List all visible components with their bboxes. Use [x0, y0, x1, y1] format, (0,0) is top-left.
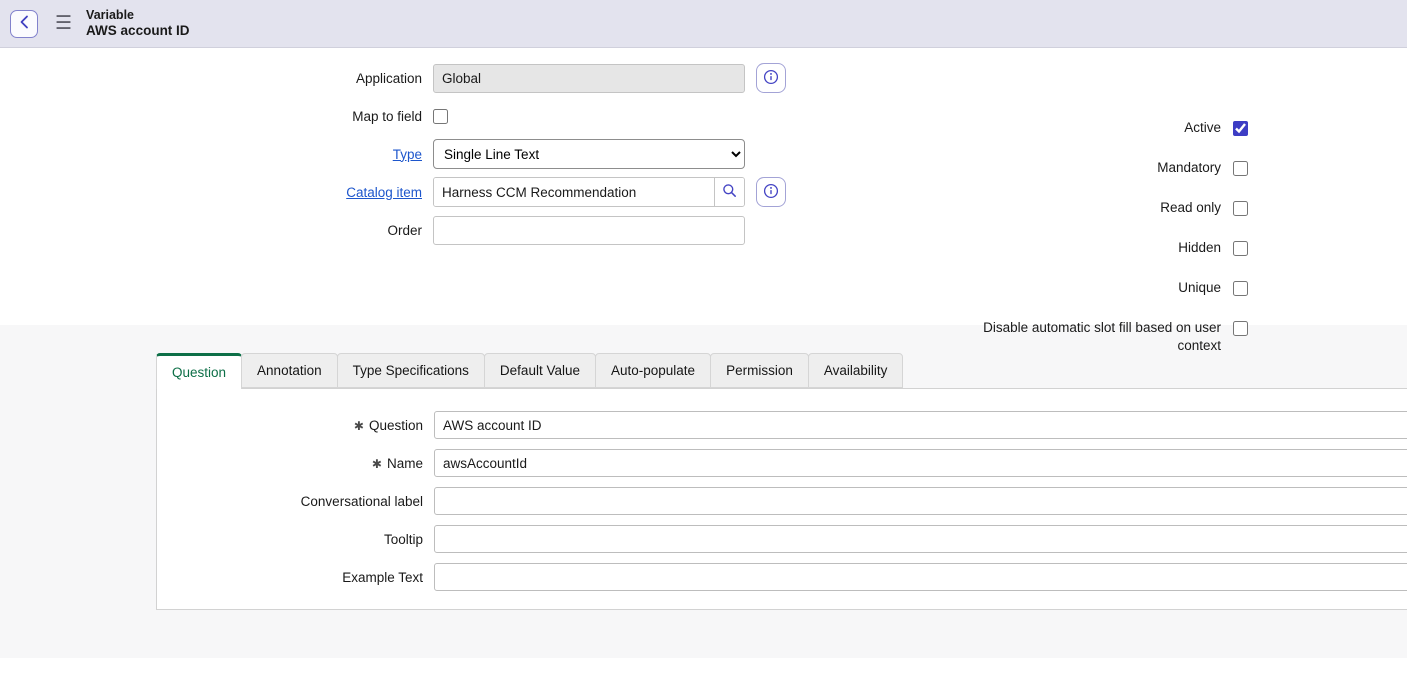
tab-label: Question: [172, 365, 226, 380]
active-checkbox[interactable]: [1233, 121, 1248, 136]
application-label: Application: [0, 71, 422, 86]
tab-auto-populate[interactable]: Auto-populate: [595, 353, 711, 388]
chevron-left-icon: [19, 15, 29, 32]
example-text-input[interactable]: [434, 563, 1407, 591]
tab-label: Availability: [824, 363, 888, 378]
tab-label: Default Value: [500, 363, 580, 378]
conversational-label-row: Conversational label: [157, 482, 1407, 520]
hidden-checkbox[interactable]: [1233, 241, 1248, 256]
question-tab-panel: ✱ Question ✱ Name Conversational label Too…: [156, 388, 1407, 610]
question-label: Question: [369, 418, 423, 433]
hidden-row: Hidden: [918, 228, 1248, 268]
order-label: Order: [0, 223, 422, 238]
info-icon: [763, 69, 779, 88]
name-label: Name: [387, 456, 423, 471]
active-label: Active: [1184, 119, 1221, 137]
tab-type-specifications[interactable]: Type Specifications: [337, 353, 485, 388]
read-only-row: Read only: [918, 188, 1248, 228]
tab-label: Type Specifications: [353, 363, 469, 378]
mandatory-checkbox[interactable]: [1233, 161, 1248, 176]
conversational-label-label: Conversational label: [157, 494, 423, 509]
page-title: AWS account ID: [86, 23, 190, 39]
info-icon: [763, 183, 779, 202]
tab-default-value[interactable]: Default Value: [484, 353, 596, 388]
tabs-section: Question Annotation Type Specifications …: [0, 325, 1407, 658]
catalog-item-label-link[interactable]: Catalog item: [346, 185, 422, 200]
tab-permission[interactable]: Permission: [710, 353, 809, 388]
disable-slot-fill-checkbox[interactable]: [1233, 321, 1248, 336]
name-row: ✱ Name: [157, 444, 1407, 482]
disable-slot-fill-row: Disable automatic slot fill based on use…: [918, 308, 1248, 356]
application-row: Application: [0, 59, 1407, 97]
required-icon: ✱: [372, 457, 382, 471]
catalog-item-info-button[interactable]: [756, 177, 786, 207]
tooltip-row: Tooltip: [157, 520, 1407, 558]
catalog-item-input[interactable]: [434, 178, 714, 206]
read-only-label: Read only: [1160, 199, 1221, 217]
name-input[interactable]: [434, 449, 1407, 477]
order-input[interactable]: [433, 216, 745, 245]
type-label-link[interactable]: Type: [393, 147, 422, 162]
tab-annotation[interactable]: Annotation: [241, 353, 338, 388]
tooltip-label: Tooltip: [157, 532, 423, 547]
map-to-field-label: Map to field: [0, 109, 422, 124]
question-input[interactable]: [434, 411, 1407, 439]
example-text-row: Example Text: [157, 558, 1407, 596]
search-icon: [722, 183, 737, 201]
unique-row: Unique: [918, 268, 1248, 308]
header: ☰ Variable AWS account ID: [0, 0, 1407, 48]
catalog-item-search-button[interactable]: [714, 178, 744, 206]
form-area: Application Map to field Type Single Lin…: [0, 48, 1407, 325]
record-type: Variable: [86, 8, 190, 23]
form-right-column: Active Mandatory Read only Hidden Unique…: [918, 108, 1248, 356]
tab-bar: Question Annotation Type Specifications …: [156, 353, 1407, 388]
tab-label: Annotation: [257, 363, 322, 378]
map-to-field-checkbox[interactable]: [433, 109, 448, 124]
active-row: Active: [918, 108, 1248, 148]
back-button[interactable]: [10, 10, 38, 38]
tab-availability[interactable]: Availability: [808, 353, 904, 388]
tab-label: Auto-populate: [611, 363, 695, 378]
bottom-strip: [0, 658, 1407, 682]
context-menu-icon[interactable]: ☰: [55, 14, 72, 33]
question-row: ✱ Question: [157, 406, 1407, 444]
hidden-label: Hidden: [1178, 239, 1221, 257]
unique-label: Unique: [1178, 279, 1221, 297]
example-text-label: Example Text: [157, 570, 423, 585]
mandatory-row: Mandatory: [918, 148, 1248, 188]
disable-slot-fill-label: Disable automatic slot fill based on use…: [976, 319, 1221, 355]
catalog-item-input-group: [433, 177, 745, 207]
type-select[interactable]: Single Line Text: [433, 139, 745, 169]
tab-label: Permission: [726, 363, 793, 378]
conversational-label-input[interactable]: [434, 487, 1407, 515]
unique-checkbox[interactable]: [1233, 281, 1248, 296]
tooltip-input[interactable]: [434, 525, 1407, 553]
required-icon: ✱: [354, 419, 364, 433]
header-titles: Variable AWS account ID: [86, 8, 190, 39]
application-info-button[interactable]: [756, 63, 786, 93]
mandatory-label: Mandatory: [1157, 159, 1221, 177]
application-input[interactable]: [433, 64, 745, 93]
tab-question[interactable]: Question: [156, 353, 242, 389]
read-only-checkbox[interactable]: [1233, 201, 1248, 216]
